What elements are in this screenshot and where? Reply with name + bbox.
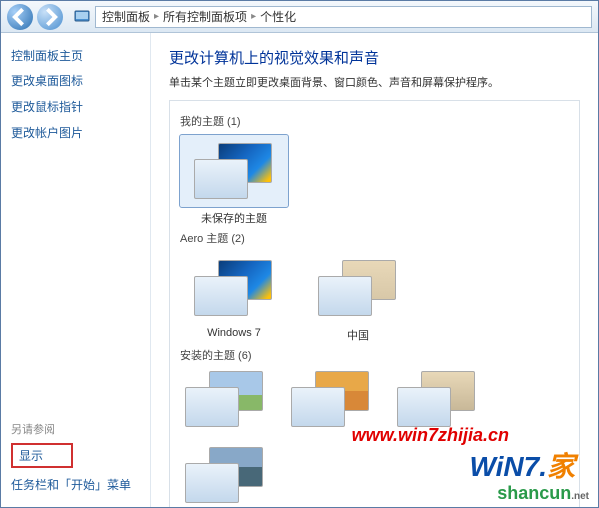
group-my-themes: 我的主题 (1) [180,113,569,129]
sidebar-link-account-picture[interactable]: 更改帐户图片 [11,124,140,141]
sidebar-heading: 控制面板主页 [11,47,140,64]
sidebar-link-desktop-icons[interactable]: 更改桌面图标 [11,72,140,89]
breadcrumb[interactable]: 控制面板 ▸ 所有控制面板项 ▸ 个性化 [95,6,592,28]
breadcrumb-item[interactable]: 个性化 [260,8,296,25]
page-title: 更改计算机上的视觉效果和声音 [169,47,580,68]
theme-item[interactable] [180,369,270,429]
themes-container: 我的主题 (1) 未保存的主题 Aero 主题 (2) [169,100,580,507]
main-panel: 更改计算机上的视觉效果和声音 单击某个主题立即更改桌面背景、窗口颜色、声音和屏幕… [151,33,598,507]
theme-label: 中国 [304,327,412,343]
personalization-icon [73,8,91,26]
chevron-right-icon: ▸ [251,11,256,22]
theme-windows7[interactable]: Windows 7 [180,252,288,343]
theme-item[interactable] [392,369,482,429]
theme-unsaved[interactable]: 未保存的主题 [180,135,288,226]
back-button[interactable] [7,4,33,30]
theme-item[interactable] [180,445,270,505]
group-aero-themes: Aero 主题 (2) [180,230,569,246]
theme-label: 未保存的主题 [180,210,288,226]
breadcrumb-item[interactable]: 控制面板 [102,8,150,25]
toolbar: 控制面板 ▸ 所有控制面板项 ▸ 个性化 [1,1,598,33]
theme-china[interactable]: 中国 [304,252,412,343]
sidebar-link-display[interactable]: 显示 [11,443,73,468]
theme-label: Windows 7 [180,327,288,339]
theme-item[interactable] [286,369,376,429]
forward-button[interactable] [37,4,63,30]
sidebar: 控制面板主页 更改桌面图标 更改鼠标指针 更改帐户图片 另请参阅 显示 任务栏和… [1,33,151,507]
breadcrumb-item[interactable]: 所有控制面板项 [163,8,247,25]
personalization-window: 控制面板 ▸ 所有控制面板项 ▸ 个性化 控制面板主页 更改桌面图标 更改鼠标指… [0,0,599,508]
sidebar-link-mouse-pointers[interactable]: 更改鼠标指针 [11,98,140,115]
group-installed-themes: 安装的主题 (6) [180,347,569,363]
content: 控制面板主页 更改桌面图标 更改鼠标指针 更改帐户图片 另请参阅 显示 任务栏和… [1,33,598,507]
chevron-right-icon: ▸ [154,11,159,22]
sidebar-link-taskbar[interactable]: 任务栏和「开始」菜单 [11,476,140,493]
page-subtitle: 单击某个主题立即更改桌面背景、窗口颜色、声音和屏幕保护程序。 [169,74,580,90]
see-also-label: 另请参阅 [11,421,140,437]
